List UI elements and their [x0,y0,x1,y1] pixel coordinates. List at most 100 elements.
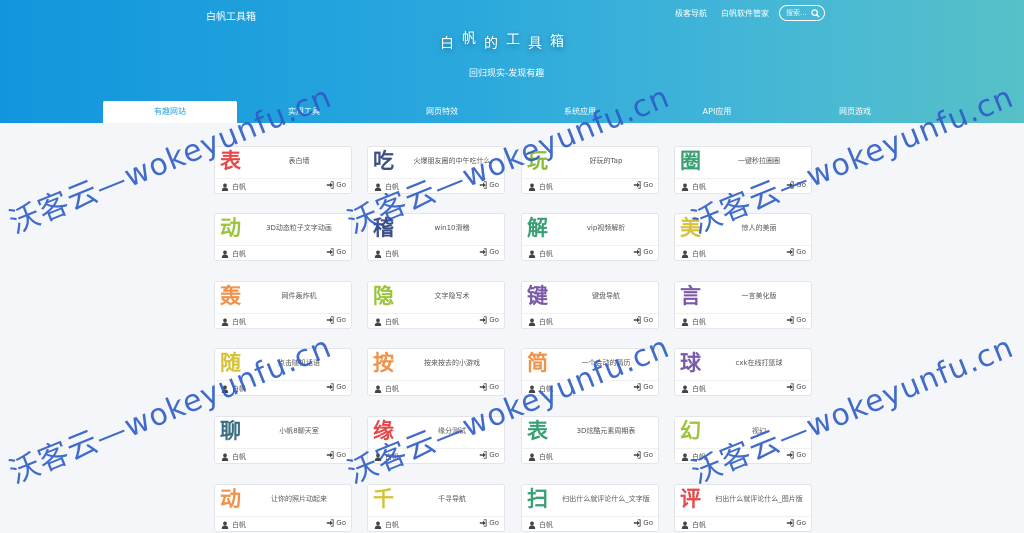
go-link[interactable]: Go [326,181,346,189]
card-footer: 白帆 Go [675,380,811,397]
tool-card[interactable]: 简一个会动的简历 白帆 Go [521,348,659,396]
go-link[interactable]: Go [786,519,806,527]
card-description[interactable]: 表白墙 [251,156,347,166]
go-link[interactable]: Go [479,519,499,527]
card-description[interactable]: 一键秒拉圈圈 [711,156,807,166]
go-label: Go [643,451,653,459]
tool-card[interactable]: 圈一键秒拉圈圈 白帆 Go [674,146,812,194]
tab-effects[interactable]: 网页特效 [375,101,509,123]
go-link[interactable]: Go [633,248,653,256]
go-link[interactable]: Go [633,383,653,391]
search-icon[interactable] [811,9,820,18]
site-brand[interactable]: 白帆工具箱 [206,8,256,23]
tool-card[interactable]: 轰网件轰炸机 白帆 Go [214,281,352,329]
card-author: 白帆 [692,385,706,393]
user-icon [374,521,382,529]
tool-card[interactable]: 言一言美化版 白帆 Go [674,281,812,329]
tab-games[interactable]: 网页游戏 [788,101,922,123]
tab-tools[interactable]: 实用工具 [237,101,371,123]
card-description[interactable]: 视幻 [711,426,807,436]
go-link[interactable]: Go [326,383,346,391]
tool-card[interactable]: 表 3D炫酷元素周期表 白帆 Go [521,416,659,464]
tab-system[interactable]: 系统应用 [513,101,647,123]
go-link[interactable]: Go [326,519,346,527]
tab-fun-sites[interactable]: 有趣网站 [103,101,237,123]
card-description[interactable]: 火爆朋友圈的中午吃什么 [404,156,500,166]
card-author: 白帆 [539,453,553,461]
sign-in-icon [327,316,334,324]
card-char: 幻 [680,419,701,443]
go-link[interactable]: Go [479,451,499,459]
card-description[interactable]: 扫出什么就评论什么_文字版 [558,494,654,504]
tool-card[interactable]: 缘缘分测试 白帆 Go [367,416,505,464]
card-footer: 白帆 Go [522,178,658,195]
user-icon [528,183,536,191]
tool-card[interactable]: 球 cxk在线打篮球 白帆 Go [674,348,812,396]
card-description[interactable]: 网件轰炸机 [251,291,347,301]
tool-card[interactable]: 键键盘导航 白帆 Go [521,281,659,329]
card-description[interactable]: 扫出什么就评论什么_图片版 [711,494,807,504]
card-description[interactable]: 3D动态粒子文字动画 [251,223,347,233]
tool-card[interactable]: 动让你的照片动起来 白帆 Go [214,484,352,532]
card-char: 键 [527,284,548,308]
card-description[interactable]: 小帆8聊天室 [251,426,347,436]
tool-card[interactable]: 按按来按去的小游戏 白帆 Go [367,348,505,396]
card-footer: 白帆 Go [368,178,504,195]
card-description[interactable]: 按来按去的小游戏 [404,358,500,368]
tool-card[interactable]: 表表白墙 白帆 Go [214,146,352,194]
go-label: Go [643,181,653,189]
go-link[interactable]: Go [479,181,499,189]
card-description[interactable]: 3D炫酷元素周期表 [558,426,654,436]
go-link[interactable]: Go [786,316,806,324]
go-link[interactable]: Go [326,316,346,324]
tool-card[interactable]: 扫扫出什么就评论什么_文字版 白帆 Go [521,484,659,532]
go-link[interactable]: Go [479,316,499,324]
search-box[interactable] [779,5,825,21]
go-link[interactable]: Go [786,383,806,391]
card-footer: 白帆 Go [368,245,504,262]
card-description[interactable]: win10滑稽 [404,223,500,233]
card-description[interactable]: 点击随机话语 [251,358,347,368]
tool-card[interactable]: 随点击随机话语 白帆 Go [214,348,352,396]
tool-card[interactable]: 幻视幻 白帆 Go [674,416,812,464]
go-link[interactable]: Go [633,316,653,324]
go-link[interactable]: Go [633,451,653,459]
card-description[interactable]: 一言美化版 [711,291,807,301]
card-description[interactable]: 惊人的美丽 [711,223,807,233]
go-link[interactable]: Go [633,519,653,527]
go-link[interactable]: Go [633,181,653,189]
card-author: 白帆 [232,183,246,191]
card-description[interactable]: 让你的照片动起来 [251,494,347,504]
nav-link-geek[interactable]: 极客导航 [675,8,707,19]
tool-card[interactable]: 隐文字隐写术 白帆 Go [367,281,505,329]
tool-card[interactable]: 评扫出什么就评论什么_图片版 白帆 Go [674,484,812,532]
tool-card[interactable]: 稽 win10滑稽 白帆 Go [367,213,505,261]
go-link[interactable]: Go [786,181,806,189]
tool-card[interactable]: 美惊人的美丽 白帆 Go [674,213,812,261]
tool-card[interactable]: 吃火爆朋友圈的中午吃什么 白帆 Go [367,146,505,194]
card-description[interactable]: 一个会动的简历 [558,358,654,368]
card-description[interactable]: cxk在线打篮球 [711,358,807,368]
go-link[interactable]: Go [479,383,499,391]
card-description[interactable]: vip视频解析 [558,223,654,233]
card-char: 按 [373,351,394,375]
tool-card[interactable]: 玩好玩的Tap 白帆 Go [521,146,659,194]
go-link[interactable]: Go [326,451,346,459]
search-input[interactable] [786,8,812,18]
go-link[interactable]: Go [786,248,806,256]
go-link[interactable]: Go [479,248,499,256]
card-description[interactable]: 键盘导航 [558,291,654,301]
tool-card[interactable]: 动 3D动态粒子文字动画 白帆 Go [214,213,352,261]
card-description[interactable]: 文字隐写术 [404,291,500,301]
go-label: Go [643,383,653,391]
nav-link-software[interactable]: 白帆软件管家 [721,8,769,19]
tool-card[interactable]: 千千寻导航 白帆 Go [367,484,505,532]
card-description[interactable]: 好玩的Tap [558,156,654,166]
go-link[interactable]: Go [786,451,806,459]
tab-api[interactable]: API应用 [650,101,784,123]
go-link[interactable]: Go [326,248,346,256]
tool-card[interactable]: 聊小帆8聊天室 白帆 Go [214,416,352,464]
tool-card[interactable]: 解 vip视频解析 白帆 Go [521,213,659,261]
card-description[interactable]: 缘分测试 [404,426,500,436]
card-description[interactable]: 千寻导航 [404,494,500,504]
